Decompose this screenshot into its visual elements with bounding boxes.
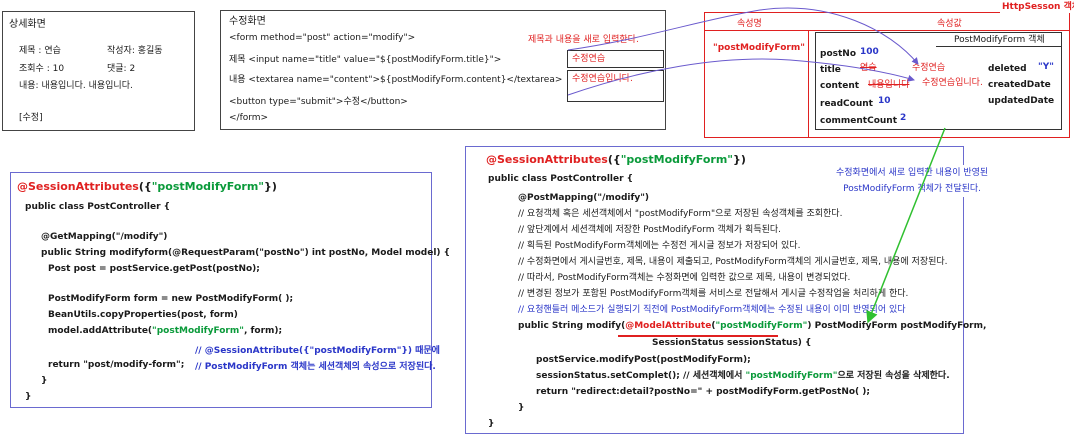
- field-title-new-value: 수정연습: [912, 63, 946, 73]
- modify-submit-button-line: <button type="submit">수정</button>: [229, 97, 408, 107]
- right-body-return: return "redirect:detail?postNo=" + postM…: [536, 387, 871, 397]
- field-content-old-value: 내용입니다: [868, 80, 910, 90]
- left-return: return "post/modify-form";: [48, 360, 185, 370]
- right-method-signature: public String modify(@ModelAttribute("po…: [518, 318, 986, 335]
- right-class-line: public class PostController {: [488, 174, 634, 184]
- detail-subject: 제목 : 연습: [19, 46, 61, 56]
- detail-modify-button[interactable]: [수정]: [19, 112, 43, 124]
- field-postno-key: postNo: [820, 49, 856, 59]
- field-updateddate-key: updatedDate: [988, 96, 1055, 106]
- session-col-name: 속성명: [737, 19, 762, 29]
- field-content-key: content: [820, 81, 860, 91]
- session-header-divider: [705, 30, 1069, 31]
- left-annotation-attr: "postModifyForm": [151, 180, 265, 193]
- left-class-close: }: [25, 392, 32, 402]
- right-sig-post: PostModifyForm postModifyForm,: [811, 321, 987, 331]
- left-annotation-close: }): [264, 180, 277, 193]
- field-commentcount-key: commentCount: [820, 116, 897, 126]
- right-sig-attr: "postModifyForm": [715, 321, 808, 331]
- left-annotation-open: ({: [138, 180, 152, 193]
- right-annotation: @SessionAttributes({"postModifyForm"}): [486, 153, 746, 167]
- right-comment-4: // 수정화면에서 게시글번호, 제목, 내용이 제출되고, PostModif…: [518, 257, 948, 267]
- left-method-signature: public String modifyform(@RequestParam("…: [41, 248, 451, 258]
- left-model-post: , form);: [243, 326, 283, 336]
- field-deleted-value: "Y": [1038, 62, 1054, 72]
- callout-text: 수정화면에서 새로 입력한 내용이 반영된 PostModifyForm 객체가…: [836, 165, 989, 197]
- modify-screen-title: 수정화면: [229, 16, 266, 27]
- right-signature-line-2: SessionStatus sessionStatus) {: [652, 338, 812, 348]
- right-body2-pre: sessionStatus.setComplet(); // 세션객체에서: [536, 371, 746, 381]
- left-get-mapping: @GetMapping("/modify"): [41, 232, 168, 242]
- right-sig-pre: public String modify(: [518, 321, 626, 331]
- left-copy-properties: BeanUtils.copyProperties(post, form): [48, 310, 238, 320]
- detail-screen-box: 상세화면 제목 : 연습 작성자: 홍길동 조회수 : 10 댓글: 2 내용:…: [2, 11, 195, 131]
- field-readcount-key: readCount: [820, 99, 873, 109]
- field-postno-value: 100: [860, 47, 879, 57]
- right-method-close: }: [518, 403, 525, 413]
- field-title-old-value: 연습: [860, 63, 877, 73]
- right-sig-annotation: @ModelAttribute: [625, 321, 712, 331]
- right-body-set-complete: sessionStatus.setComplet(); // 세션객체에서 "p…: [536, 368, 950, 385]
- post-modify-form-object: PostModifyForm 객체 postNo 100 title 연습 수정…: [815, 32, 1062, 130]
- callout-line-2: PostModifyForm 객체가 전달된다.: [843, 184, 982, 194]
- left-annotation-name: @SessionAttributes: [17, 180, 139, 193]
- right-post-mapping: @PostMapping("/modify"): [518, 193, 650, 203]
- detail-screen-title: 상세화면: [9, 19, 46, 30]
- detail-comments: 댓글: 2: [107, 64, 136, 74]
- left-annotation: @SessionAttributes({"postModifyForm"}): [17, 180, 277, 194]
- right-comment-2: // 앞단계에서 세션객체에 저장한 PostModifyForm 객체가 획득…: [518, 225, 782, 235]
- callout-line-1: 수정화면에서 새로 입력한 내용이 반영된: [836, 168, 989, 178]
- left-model-pre: model.addAttribute(: [48, 326, 153, 336]
- field-readcount-value: 10: [878, 96, 891, 106]
- http-session-box: 속성명 속성값 "postModifyForm" PostModifyForm …: [704, 12, 1070, 138]
- right-comment-blue: // 요청핸들러 메소드가 실행되기 직전에 PostModifyForm객체에…: [518, 305, 906, 315]
- left-comment-2: // PostModifyForm 객체는 세션객체의 속성으로 저장된다.: [195, 362, 436, 372]
- right-comment-3: // 획득된 PostModifyForm객체에는 수정전 게시글 정보가 저장…: [518, 241, 801, 251]
- field-createddate-key: createdDate: [988, 80, 1051, 90]
- title-input[interactable]: 수정연습: [567, 50, 664, 68]
- modify-content-textarea-line: 내용 <textarea name="content">${postModify…: [229, 75, 563, 85]
- modify-screen-box: 수정화면 <form method="post" action="modify"…: [220, 10, 666, 130]
- right-annotation-name: @SessionAttributes: [486, 153, 608, 166]
- left-class-line: public class PostController {: [25, 202, 171, 212]
- field-commentcount-value: 2: [900, 113, 907, 123]
- field-content-new-value: 수정연습입니다.: [922, 78, 983, 88]
- field-title-key: title: [820, 65, 841, 75]
- right-body2-attr: "postModifyForm": [745, 371, 838, 381]
- right-body2-post: 으로 저장된 속성을 삭제한다.: [837, 371, 950, 381]
- content-textarea[interactable]: 수정연습입니다.: [567, 70, 664, 102]
- modify-title-input-line: 제목 <input name="title" value="${postModi…: [229, 55, 502, 65]
- object-title: PostModifyForm 객체: [954, 35, 1045, 45]
- right-annotation-attr: "postModifyForm": [620, 153, 734, 166]
- detail-views: 조회수 : 10: [19, 64, 65, 74]
- right-comment-6: // 변경된 정보가 포함된 PostModifyForm객체를 서비스로 전달…: [518, 289, 909, 299]
- modify-note: 제목과 내용을 새로 입력한다.: [528, 35, 639, 45]
- right-comment-5: // 따라서, PostModifyForm객체는 수정화면에 입력한 값으로 …: [518, 273, 851, 283]
- right-annotation-open: ({: [607, 153, 621, 166]
- http-session-label: HttpSesson 객체: [1000, 1, 1074, 13]
- modify-form-close: </form>: [229, 113, 269, 123]
- title-input-value: 수정연습: [572, 54, 606, 64]
- left-comment-1: // @SessionAttribute({"postModifyForm"})…: [195, 346, 440, 356]
- session-col-value: 속성값: [937, 19, 962, 29]
- modify-form-open: <form method="post" action="modify">: [229, 33, 416, 43]
- left-model-add-attribute: model.addAttribute("postModifyForm", for…: [48, 323, 282, 340]
- field-deleted-key: deleted: [988, 64, 1027, 74]
- session-column-divider: [808, 30, 809, 138]
- left-new-form: PostModifyForm form = new PostModifyForm…: [48, 294, 294, 304]
- left-get-post: Post post = postService.getPost(postNo);: [48, 264, 260, 274]
- session-attr-name: "postModifyForm": [713, 43, 805, 53]
- right-annotation-close: }): [733, 153, 746, 166]
- left-model-attr: "postModifyForm": [152, 326, 244, 336]
- content-textarea-value: 수정연습입니다.: [572, 74, 633, 84]
- object-title-underline: [936, 46, 1062, 47]
- detail-writer: 작성자: 홍길동: [107, 46, 163, 56]
- right-class-close: }: [488, 419, 495, 429]
- left-method-close: }: [41, 376, 48, 386]
- right-body-modify: postService.modifyPost(postModifyForm);: [536, 355, 751, 365]
- detail-content: 내용: 내용입니다. 내용입니다.: [19, 81, 133, 91]
- left-code-box: @SessionAttributes({"postModifyForm"}) p…: [10, 172, 450, 408]
- right-comment-1: // 요청객체 혹은 세션객체에서 "postModifyForm"으로 저장된…: [518, 209, 843, 219]
